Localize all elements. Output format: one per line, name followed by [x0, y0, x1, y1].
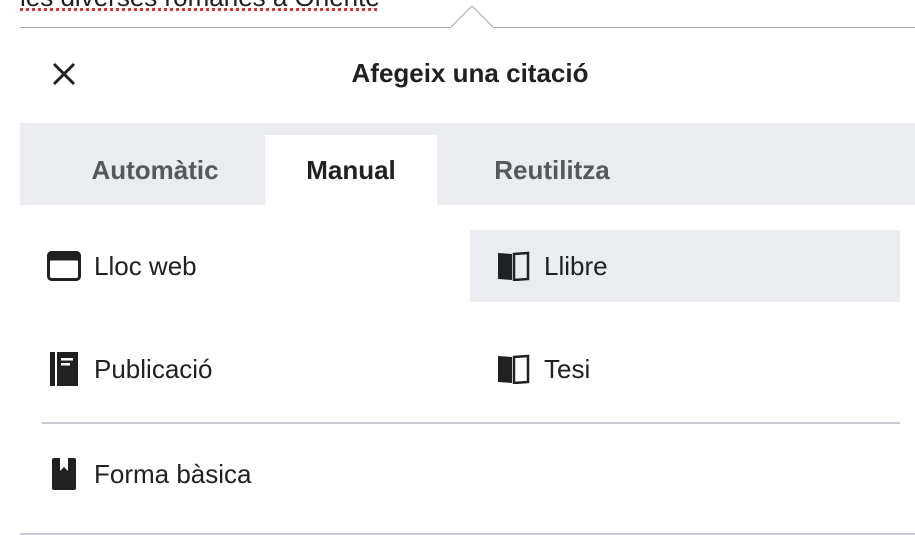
journal-icon	[46, 351, 82, 387]
page: les diverses romanes a Oriente Afegeix u…	[0, 0, 915, 535]
tab-manual[interactable]: Manual	[265, 135, 437, 205]
option-website[interactable]: Lloc web	[20, 230, 450, 302]
book-icon	[496, 351, 532, 387]
dialog-title: Afegeix una citació	[351, 58, 589, 88]
dialog-header: Afegeix una citació	[20, 28, 915, 120]
popup-pointer	[450, 6, 494, 28]
background-text-content: les diverses romanes a Oriente	[20, 0, 380, 12]
browser-window-icon	[46, 248, 82, 284]
tab-bar: Automàtic Manual Reutilitza	[20, 123, 915, 205]
option-website-label: Lloc web	[94, 250, 197, 281]
tab-reuse[interactable]: Reutilitza	[437, 135, 667, 205]
tab-automatic[interactable]: Automàtic	[45, 135, 265, 205]
option-thesis[interactable]: Tesi	[470, 333, 900, 405]
citation-dialog: Afegeix una citació Automàtic Manual Reu…	[20, 6, 915, 535]
option-journal[interactable]: Publicació	[20, 333, 450, 405]
book-icon	[496, 248, 532, 284]
option-book[interactable]: Llibre	[470, 230, 900, 302]
option-journal-label: Publicació	[94, 353, 213, 384]
bookmark-icon	[46, 456, 82, 492]
option-basic-form[interactable]: Forma bàsica	[20, 438, 450, 510]
options-divider	[42, 422, 900, 424]
background-text: les diverses romanes a Oriente	[20, 0, 380, 13]
option-book-label: Llibre	[544, 250, 608, 281]
option-basic-form-label: Forma bàsica	[94, 458, 252, 489]
option-thesis-label: Tesi	[544, 353, 591, 384]
